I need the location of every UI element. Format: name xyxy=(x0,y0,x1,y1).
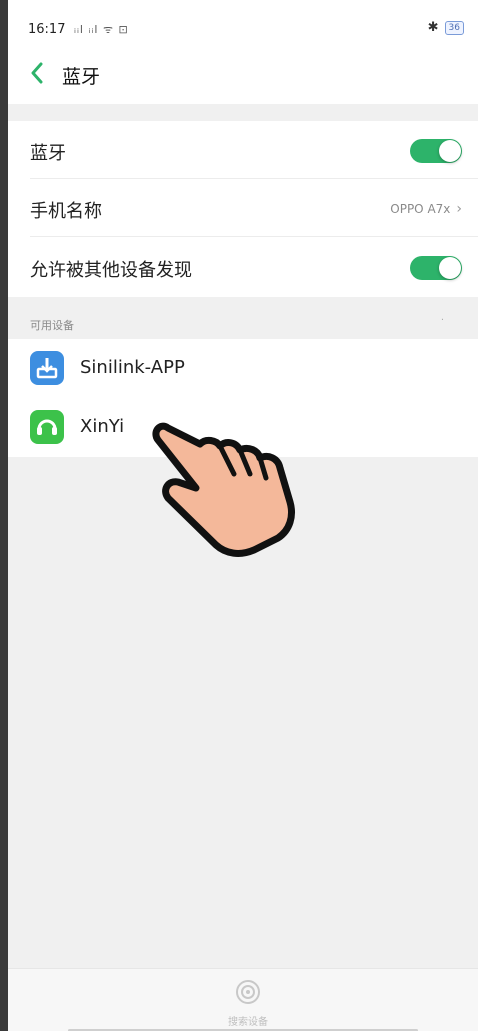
chevron-right-icon: › xyxy=(456,201,462,217)
available-devices-label: 可用设备 xyxy=(30,319,74,332)
phone-name-row[interactable]: 手机名称 OPPO A7x › xyxy=(8,179,478,237)
chevron-left-icon xyxy=(31,62,43,84)
xinyi-app-icon xyxy=(30,410,64,444)
status-time: 16:17 xyxy=(28,22,66,37)
search-devices-button[interactable]: 搜索设备 xyxy=(218,979,278,1029)
discoverable-label: 允许被其他设备发现 xyxy=(30,260,192,281)
bluetooth-toggle[interactable] xyxy=(410,139,462,163)
app-header: 蓝牙 xyxy=(8,46,478,104)
status-right: ✱ 36 xyxy=(428,20,464,35)
device-name: Sinilink-APP xyxy=(80,357,185,378)
bluetooth-settings-section: 蓝牙 手机名称 OPPO A7x › 允许被其他设备发现 xyxy=(8,121,478,297)
toggle-knob xyxy=(439,140,461,162)
phone-screen: 16:17 ᵢᵢl ᵢᵢl ᯤ ⊡ ✱ 36 蓝牙 蓝牙 手机名称 OPPO A… xyxy=(8,0,478,1031)
radar-search-icon xyxy=(236,980,260,1004)
pointing-hand-icon xyxy=(152,422,295,557)
device-name: XinYi xyxy=(80,416,125,437)
bluetooth-row[interactable]: 蓝牙 xyxy=(8,121,478,179)
discoverable-row[interactable]: 允许被其他设备发现 xyxy=(8,238,478,296)
device-sinilink[interactable]: Sinilink-APP xyxy=(8,339,478,398)
available-devices-header: 可用设备 · xyxy=(8,297,478,339)
battery-indicator: 36 xyxy=(444,20,464,35)
discoverable-toggle[interactable] xyxy=(410,256,462,280)
phone-name-label: 手机名称 xyxy=(30,201,102,222)
divider xyxy=(30,236,478,237)
back-button[interactable] xyxy=(24,60,50,86)
phone-name-value-group: OPPO A7x › xyxy=(390,201,462,217)
bluetooth-icon: ✱ xyxy=(427,20,439,35)
search-devices-label: 搜索设备 xyxy=(228,1017,268,1028)
page-title: 蓝牙 xyxy=(62,66,101,88)
phone-name-value: OPPO A7x xyxy=(390,202,451,216)
toggle-knob xyxy=(439,257,461,279)
signal-indicators: ᵢᵢl ᵢᵢl ᯤ ⊡ xyxy=(74,23,129,36)
status-bar: 16:17 ᵢᵢl ᵢᵢl ᯤ ⊡ ✱ 36 xyxy=(8,0,478,46)
sinilink-app-icon xyxy=(30,351,64,385)
bluetooth-label: 蓝牙 xyxy=(30,143,66,164)
bottom-bar: 搜索设备 xyxy=(8,968,478,1031)
scanning-indicator: · xyxy=(440,315,444,326)
